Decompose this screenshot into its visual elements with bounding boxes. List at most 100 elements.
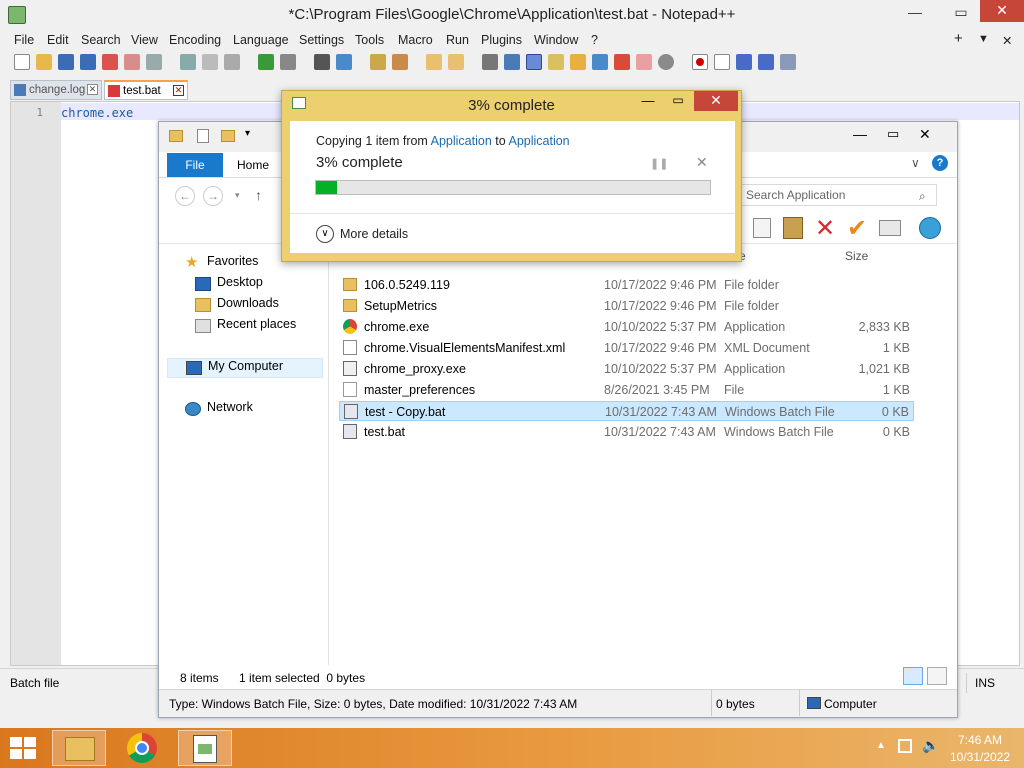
copy-icon[interactable] xyxy=(202,54,218,70)
large-icons-view-icon[interactable] xyxy=(927,667,947,685)
file-row[interactable]: chrome.exe 10/10/2022 5:37 PM Applicatio… xyxy=(339,317,914,337)
menu-language[interactable]: Language xyxy=(233,33,289,47)
column-header-size[interactable]: Size xyxy=(845,249,868,263)
delete-icon[interactable]: ✕ xyxy=(815,214,835,243)
sync-v-icon[interactable] xyxy=(426,54,442,70)
close-all-icon[interactable] xyxy=(124,54,140,70)
run-macro-multiple-icon[interactable] xyxy=(758,54,774,70)
taskbar-chrome[interactable] xyxy=(116,730,170,766)
close-doc-icon[interactable]: ✕ xyxy=(1002,33,1012,48)
insert-mode-status[interactable]: INS xyxy=(966,673,1006,693)
zoom-in-icon[interactable] xyxy=(370,54,386,70)
ribbon-tab-home[interactable]: Home xyxy=(237,158,269,172)
minimize-button[interactable]: — xyxy=(636,93,660,109)
quick-access-dropdown-icon[interactable]: ▾ xyxy=(245,128,250,139)
indent-guide-icon[interactable] xyxy=(526,54,542,70)
clock-date[interactable]: 10/31/2022 xyxy=(940,750,1020,764)
file-row[interactable]: chrome_proxy.exe 10/10/2022 5:37 PM Appl… xyxy=(339,359,914,379)
sync-h-icon[interactable] xyxy=(448,54,464,70)
recent-locations-icon[interactable]: ▾ xyxy=(235,190,240,201)
word-wrap-icon[interactable] xyxy=(482,54,498,70)
chevron-down-icon[interactable]: ∨ xyxy=(316,225,334,243)
back-arrow-icon[interactable]: ← xyxy=(175,186,195,206)
code-text[interactable]: chrome.exe xyxy=(61,106,133,120)
close-button[interactable]: ✕ xyxy=(919,126,931,143)
properties-icon[interactable] xyxy=(197,129,209,143)
file-row-selected[interactable]: test - Copy.bat 10/31/2022 7:43 AM Windo… xyxy=(339,401,914,421)
source-folder-link[interactable]: Application xyxy=(431,134,492,148)
udl-icon[interactable] xyxy=(548,54,564,70)
doc-map-icon[interactable] xyxy=(570,54,586,70)
nav-desktop[interactable]: Desktop xyxy=(193,275,343,295)
new-folder-icon[interactable] xyxy=(221,130,235,142)
function-list-icon[interactable] xyxy=(614,54,630,70)
file-row[interactable]: master_preferences 8/26/2021 3:45 PM Fil… xyxy=(339,380,914,400)
close-button[interactable]: ✕ xyxy=(980,0,1024,22)
doc-list-icon[interactable] xyxy=(592,54,608,70)
paste-icon[interactable] xyxy=(224,54,240,70)
find-icon[interactable] xyxy=(314,54,330,70)
tab-change-log[interactable]: change.log ✕ xyxy=(10,80,102,100)
close-button[interactable]: ✕ xyxy=(694,91,738,111)
menu-settings[interactable]: Settings xyxy=(299,33,344,47)
save-icon[interactable] xyxy=(58,54,74,70)
ribbon-tab-file[interactable]: File xyxy=(167,153,223,177)
chevron-down-icon[interactable]: ∨ xyxy=(911,156,920,170)
menu-help[interactable]: ? xyxy=(591,33,598,47)
minimize-button[interactable]: — xyxy=(853,126,867,142)
nav-network[interactable]: Network xyxy=(183,400,333,420)
forward-arrow-icon[interactable]: → xyxy=(203,186,223,206)
details-view-icon[interactable] xyxy=(903,667,923,685)
menu-tools[interactable]: Tools xyxy=(355,33,384,47)
stop-macro-icon[interactable] xyxy=(714,54,730,70)
nav-recent-places[interactable]: Recent places xyxy=(193,317,343,337)
save-all-icon[interactable] xyxy=(80,54,96,70)
menu-edit[interactable]: Edit xyxy=(47,33,69,47)
volume-icon[interactable]: 🔈 xyxy=(922,737,939,754)
file-row[interactable]: chrome.VisualElementsManifest.xml 10/17/… xyxy=(339,338,914,358)
taskbar-explorer[interactable] xyxy=(52,730,106,766)
menu-run[interactable]: Run xyxy=(446,33,469,47)
nav-my-computer[interactable]: My Computer xyxy=(167,358,323,378)
chevron-down-icon[interactable]: ▼ xyxy=(978,33,989,45)
paste-icon[interactable] xyxy=(783,217,803,239)
more-details-button[interactable]: More details xyxy=(340,227,408,241)
folder-workspace-icon[interactable] xyxy=(636,54,652,70)
menu-search[interactable]: Search xyxy=(81,33,121,47)
new-tab-icon[interactable]: + xyxy=(954,30,963,47)
nav-downloads[interactable]: Downloads xyxy=(193,296,343,316)
menu-view[interactable]: View xyxy=(131,33,158,47)
rename-check-icon[interactable]: ✔ xyxy=(847,214,867,243)
show-hidden-icons[interactable]: ▲ xyxy=(876,740,886,751)
menu-macro[interactable]: Macro xyxy=(398,33,433,47)
menu-encoding[interactable]: Encoding xyxy=(169,33,221,47)
show-all-chars-icon[interactable] xyxy=(504,54,520,70)
properties-icon[interactable] xyxy=(879,220,901,236)
close-icon[interactable]: ✕ xyxy=(87,84,98,95)
taskbar-notepadpp[interactable] xyxy=(178,730,232,766)
file-row[interactable]: 106.0.5249.119 10/17/2022 9:46 PM File f… xyxy=(339,275,914,295)
destination-folder-link[interactable]: Application xyxy=(508,134,569,148)
minimize-button[interactable]: — xyxy=(900,2,930,24)
cancel-icon[interactable]: ✕ xyxy=(696,154,708,171)
pause-icon[interactable]: ❚❚ xyxy=(650,157,668,170)
monitor-icon[interactable] xyxy=(658,54,674,70)
close-icon[interactable]: ✕ xyxy=(173,85,184,96)
clock-time[interactable]: 7:46 AM xyxy=(940,733,1020,747)
menu-plugins[interactable]: Plugins xyxy=(481,33,522,47)
file-row[interactable]: SetupMetrics 10/17/2022 9:46 PM File fol… xyxy=(339,296,914,316)
help-icon[interactable]: ? xyxy=(932,155,948,171)
print-icon[interactable] xyxy=(146,54,162,70)
file-row[interactable]: test.bat 10/31/2022 7:43 AM Windows Batc… xyxy=(339,422,914,442)
zoom-out-icon[interactable] xyxy=(392,54,408,70)
globe-icon[interactable] xyxy=(919,217,941,239)
replace-icon[interactable] xyxy=(336,54,352,70)
cut-icon[interactable] xyxy=(180,54,196,70)
redo-icon[interactable] xyxy=(280,54,296,70)
tab-test-bat[interactable]: test.bat ✕ xyxy=(104,80,188,100)
maximize-button[interactable]: ▭ xyxy=(946,2,976,24)
search-input[interactable]: Search Application xyxy=(737,184,937,206)
maximize-button[interactable]: ▭ xyxy=(666,93,690,109)
up-arrow-icon[interactable]: ↑ xyxy=(255,187,262,203)
close-file-icon[interactable] xyxy=(102,54,118,70)
